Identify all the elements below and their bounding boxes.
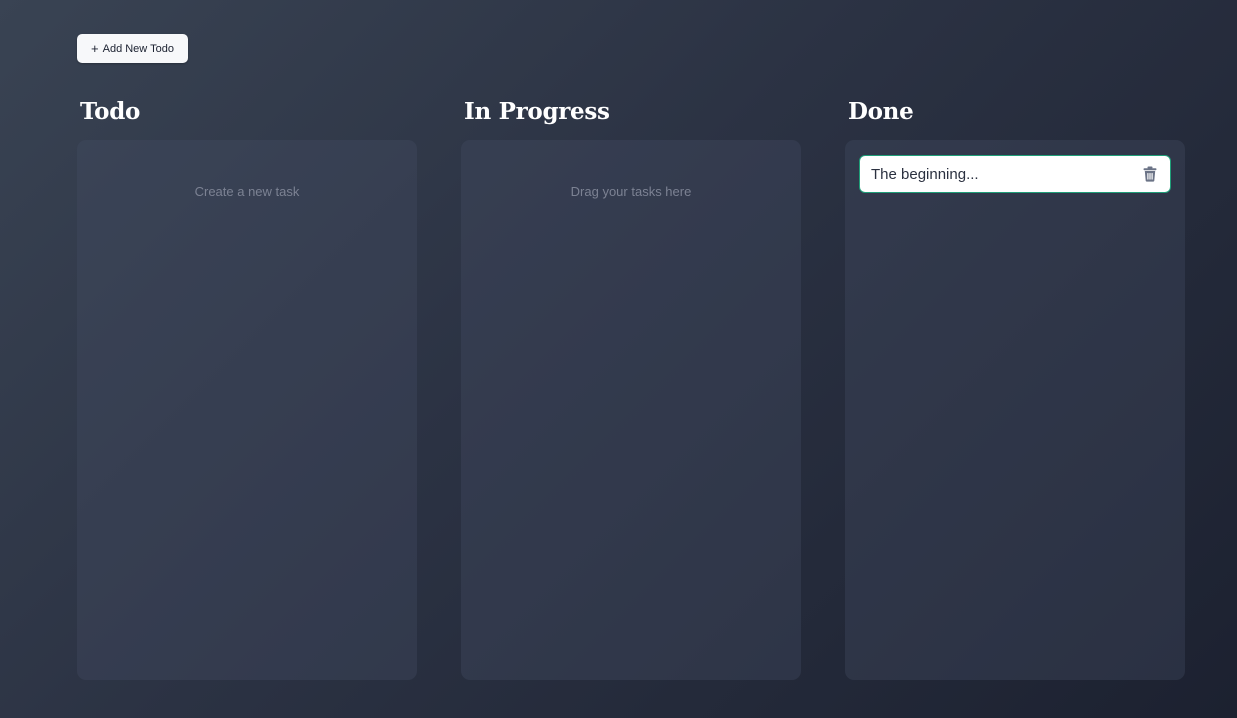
trash-icon[interactable] xyxy=(1142,166,1158,182)
column-dropzone-in-progress[interactable]: Drag your tasks here xyxy=(461,140,801,680)
column-todo: Todo Create a new task xyxy=(77,96,417,680)
empty-hint-in-progress: Drag your tasks here xyxy=(570,184,692,199)
add-new-todo-label: Add New Todo xyxy=(102,42,174,55)
add-new-todo-button[interactable]: + Add New Todo xyxy=(77,34,188,63)
column-title-done: Done xyxy=(848,98,914,125)
empty-hint-todo: Create a new task xyxy=(194,184,300,199)
column-dropzone-done[interactable]: The beginning... xyxy=(845,140,1185,680)
task-card-text[interactable]: The beginning... xyxy=(871,166,979,183)
task-card[interactable]: The beginning... xyxy=(859,155,1171,193)
plus-icon: + xyxy=(91,40,99,56)
column-done: Done The beginning... xyxy=(845,96,1185,680)
column-dropzone-todo[interactable]: Create a new task xyxy=(77,140,417,680)
column-title-in-progress: In Progress xyxy=(464,98,610,125)
column-title-todo: Todo xyxy=(80,98,141,125)
column-in-progress: In Progress Drag your tasks here xyxy=(461,96,801,680)
